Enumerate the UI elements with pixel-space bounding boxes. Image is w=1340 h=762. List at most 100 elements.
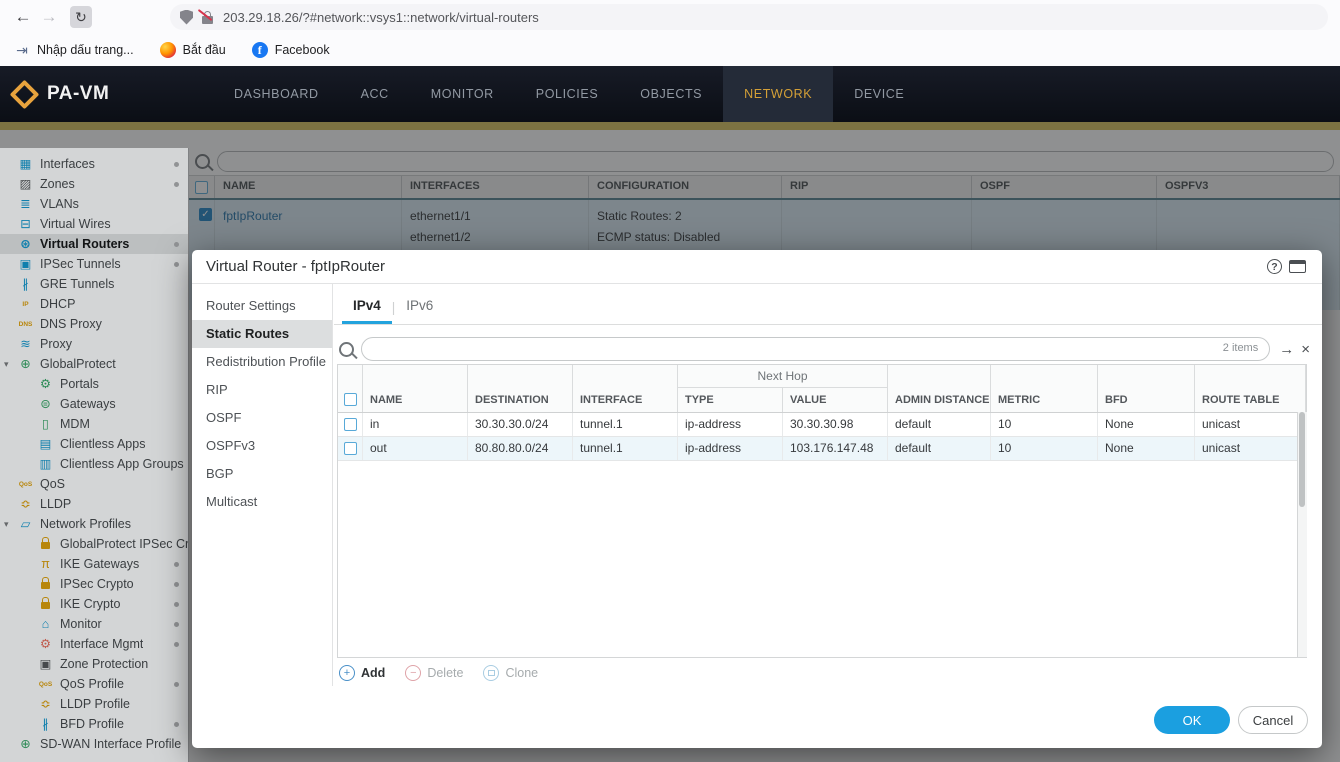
sidebar-item-label: IPSec Tunnels bbox=[40, 257, 121, 271]
nav-tab-policies[interactable]: POLICIES bbox=[515, 66, 619, 122]
nav-tab-objects[interactable]: OBJECTS bbox=[619, 66, 723, 122]
sidebar-item-globalprotect[interactable]: ▾⊕GlobalProtect bbox=[0, 354, 188, 374]
sidebar-item-ipsec-tunnels[interactable]: ▣IPSec Tunnels bbox=[0, 254, 188, 274]
dialog-menu-redistribution-profile[interactable]: Redistribution Profile bbox=[192, 348, 332, 376]
portals-icon: ⚙ bbox=[38, 377, 53, 392]
sidebar-item-interface-mgmt[interactable]: ⚙Interface Mgmt bbox=[0, 634, 188, 654]
dialog-menu-router-settings[interactable]: Router Settings bbox=[192, 292, 332, 320]
browser-forward-button[interactable]: → bbox=[36, 7, 62, 27]
apply-filter-icon[interactable]: → bbox=[1279, 341, 1294, 358]
dialog-menu-rip[interactable]: RIP bbox=[192, 376, 332, 404]
sidebar-item-ike-crypto[interactable]: IKE Crypto bbox=[0, 594, 188, 614]
sidebar-item-mdm[interactable]: ▯ MDM bbox=[0, 414, 188, 434]
column-header-type[interactable]: TYPE bbox=[678, 388, 783, 412]
dialog-menu-ospf[interactable]: OSPF bbox=[192, 404, 332, 432]
monitor-icon: ⌂ bbox=[38, 617, 53, 632]
table-scrollbar[interactable] bbox=[1297, 412, 1307, 657]
row-checkbox[interactable] bbox=[344, 442, 357, 455]
sidebar-item-sd-wan-interface-profile[interactable]: ⊕SD-WAN Interface Profile bbox=[0, 734, 188, 754]
clear-filter-icon[interactable]: × bbox=[1301, 341, 1310, 358]
sidebar-item-virtual-routers[interactable]: ⊛Virtual Routers bbox=[0, 234, 188, 254]
column-header-bfd[interactable]: BFD bbox=[1098, 365, 1195, 412]
sidebar-item-portals[interactable]: ⚙Portals bbox=[0, 374, 188, 394]
sidebar-item-zone-protection[interactable]: ▣Zone Protection bbox=[0, 654, 188, 674]
nav-tab-monitor[interactable]: MONITOR bbox=[410, 66, 515, 122]
column-header-metric[interactable]: METRIC bbox=[991, 365, 1098, 412]
url-bar[interactable]: 203.29.18.26/?#network::vsys1::network/v… bbox=[170, 4, 1328, 30]
sidebar-item-ike-gateways[interactable]: πIKE Gateways bbox=[0, 554, 188, 574]
sidebar-item-label: Gateways bbox=[60, 397, 116, 411]
ok-button[interactable]: OK bbox=[1154, 706, 1230, 734]
paloalto-logo-icon bbox=[10, 79, 40, 109]
row-checkbox[interactable] bbox=[344, 418, 357, 431]
column-header-route-table[interactable]: ROUTE TABLE bbox=[1195, 365, 1306, 412]
shield-icon[interactable] bbox=[180, 10, 193, 25]
cancel-button[interactable]: Cancel bbox=[1238, 706, 1308, 734]
sidebar-item-monitor[interactable]: ⌂Monitor bbox=[0, 614, 188, 634]
mdm-icon: ▯ bbox=[38, 417, 53, 432]
sidebar-item-qos[interactable]: QoSQoS bbox=[0, 474, 188, 494]
column-header-name[interactable]: NAME bbox=[363, 365, 468, 412]
browser-back-button[interactable]: ← bbox=[10, 7, 36, 27]
nav-tab-network[interactable]: NETWORK bbox=[723, 66, 833, 122]
sidebar-item-clientless-app-groups[interactable]: ▥Clientless App Groups bbox=[0, 454, 188, 474]
browser-reload-button[interactable]: ↻ bbox=[70, 6, 92, 28]
sidebar-item-dns-proxy[interactable]: DNSDNS Proxy bbox=[0, 314, 188, 334]
sidebar-item-label: BFD Profile bbox=[60, 717, 124, 731]
sidebar-item-network-profiles[interactable]: ▾▱Network Profiles bbox=[0, 514, 188, 534]
gold-accent-bar bbox=[0, 122, 1340, 130]
dialog-menu-bgp[interactable]: BGP bbox=[192, 460, 332, 488]
virtual-routers-icon: ⊛ bbox=[18, 237, 33, 252]
clone-button[interactable]: Clone bbox=[483, 665, 538, 681]
sidebar-item-qos-profile[interactable]: QoSQoS Profile bbox=[0, 674, 188, 694]
column-header-value[interactable]: VALUE bbox=[783, 388, 888, 412]
column-header-destination[interactable]: DESTINATION bbox=[468, 365, 573, 412]
nav-tab-dashboard[interactable]: DASHBOARD bbox=[213, 66, 340, 122]
insecure-lock-icon[interactable] bbox=[202, 16, 213, 24]
select-all-checkbox[interactable] bbox=[344, 393, 357, 406]
sidebar-item-vlans[interactable]: ≣VLANs bbox=[0, 194, 188, 214]
bookmark-facebook[interactable]: fFacebook bbox=[252, 42, 330, 58]
facebook-icon: f bbox=[252, 42, 268, 58]
bookmark-nh-p-d-u-trang[interactable]: ⇥Nhập dấu trang... bbox=[14, 42, 134, 58]
chevron-down-icon[interactable]: ▾ bbox=[4, 519, 9, 530]
delete-button[interactable]: − Delete bbox=[405, 665, 463, 681]
sidebar-item-gre-tunnels[interactable]: ∦GRE Tunnels bbox=[0, 274, 188, 294]
sidebar-item-proxy[interactable]: ≋Proxy bbox=[0, 334, 188, 354]
sidebar-item-lldp-profile[interactable]: ≎LLDP Profile bbox=[0, 694, 188, 714]
sidebar-item-interfaces[interactable]: ▦Interfaces bbox=[0, 154, 188, 174]
sidebar-item-label: DNS Proxy bbox=[40, 317, 102, 331]
dialog-menu-multicast[interactable]: Multicast bbox=[192, 488, 332, 516]
help-icon[interactable]: ? bbox=[1267, 259, 1282, 274]
cell-metric: 10 bbox=[991, 437, 1098, 460]
nav-tab-acc[interactable]: ACC bbox=[340, 66, 410, 122]
column-header-admin-distance[interactable]: ADMIN DISTANCE bbox=[888, 365, 991, 412]
nav-tab-device[interactable]: DEVICE bbox=[833, 66, 925, 122]
sidebar-item-ipsec-crypto[interactable]: IPSec Crypto bbox=[0, 574, 188, 594]
static-route-row[interactable]: out80.80.80.0/24tunnel.1ip-address103.17… bbox=[338, 437, 1306, 461]
sidebar-item-clientless-apps[interactable]: ▤Clientless Apps bbox=[0, 434, 188, 454]
sidebar-item-zones[interactable]: ▨Zones bbox=[0, 174, 188, 194]
dialog-menu-static-routes[interactable]: Static Routes bbox=[192, 320, 332, 348]
tab-ipv4[interactable]: IPv4 bbox=[342, 291, 392, 324]
sidebar-item-bfd-profile[interactable]: ∦BFD Profile bbox=[0, 714, 188, 734]
tab-ipv6[interactable]: IPv6 bbox=[395, 291, 444, 324]
sidebar-item-lldp[interactable]: ≎LLDP bbox=[0, 494, 188, 514]
scrollbar-thumb[interactable] bbox=[1299, 412, 1305, 507]
sidebar-item-virtual-wires[interactable]: ⊟Virtual Wires bbox=[0, 214, 188, 234]
routes-search-input[interactable]: 2 items bbox=[361, 337, 1270, 361]
sidebar-item-label: Virtual Wires bbox=[40, 217, 111, 231]
zone-protection-icon: ▣ bbox=[38, 657, 53, 672]
add-button[interactable]: + Add bbox=[339, 665, 385, 681]
bookmark-b-t-u[interactable]: Bắt đầu bbox=[160, 42, 226, 58]
column-header-interface[interactable]: INTERFACE bbox=[573, 365, 678, 412]
sidebar-item-dhcp[interactable]: IPDHCP bbox=[0, 294, 188, 314]
dialog-menu-ospfv3[interactable]: OSPFv3 bbox=[192, 432, 332, 460]
sidebar-item-label: MDM bbox=[60, 417, 90, 431]
maximize-icon[interactable] bbox=[1289, 260, 1306, 273]
static-route-row[interactable]: in30.30.30.0/24tunnel.1ip-address30.30.3… bbox=[338, 413, 1306, 437]
sidebar-item-gateways[interactable]: ⊜Gateways bbox=[0, 394, 188, 414]
status-dot bbox=[174, 562, 179, 567]
sidebar-item-globalprotect-ipsec-crypto[interactable]: GlobalProtect IPSec Crypto bbox=[0, 534, 188, 554]
chevron-down-icon[interactable]: ▾ bbox=[4, 359, 9, 370]
